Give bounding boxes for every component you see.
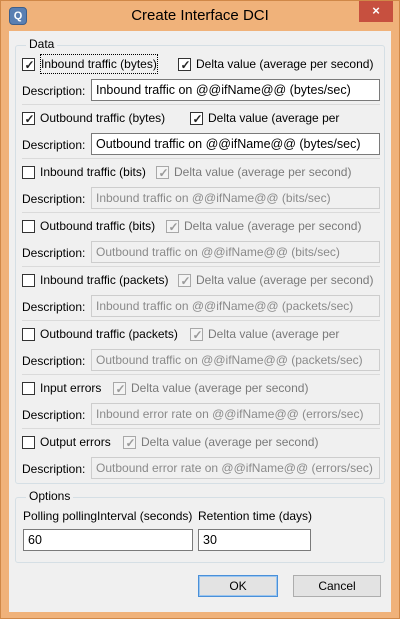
- dialog-client-area: Data ✓ Inbound traffic (bytes) ✓ Delta valu…: [9, 31, 391, 612]
- data-group-legend: Data: [26, 37, 58, 51]
- check-icon: ✓: [192, 328, 203, 342]
- delta-checkbox-label[interactable]: Delta value (average per second): [131, 378, 308, 398]
- delta-checkbox[interactable]: ✓: [156, 166, 169, 180]
- metric-checkbox[interactable]: [22, 220, 35, 233]
- description-label: Description:: [22, 246, 86, 260]
- options-group: Options Polling pollingInterval (seconds…: [15, 489, 385, 563]
- metric-checkbox-label[interactable]: Outbound traffic (bits): [40, 216, 155, 236]
- data-group: Data ✓ Inbound traffic (bytes) ✓ Delta valu…: [15, 37, 385, 484]
- metric-checkbox-label[interactable]: Outbound traffic (bytes): [40, 108, 165, 128]
- metric-checkbox[interactable]: ✓: [22, 112, 35, 126]
- polling-interval-label: Polling pollingInterval (seconds): [23, 509, 193, 523]
- entry-separator: [22, 266, 380, 267]
- description-label: Description:: [22, 462, 86, 476]
- metric-checkbox[interactable]: [22, 166, 35, 179]
- dialog-window: Q Create Interface DCI × Data ✓ Inbound t…: [0, 0, 400, 619]
- description-input: Inbound error rate on @@ifName@@ (errors…: [91, 403, 380, 425]
- delta-checkbox[interactable]: ✓: [178, 274, 191, 288]
- retention-time-input[interactable]: 30: [198, 529, 311, 551]
- entry-separator: [22, 212, 380, 213]
- delta-checkbox-label[interactable]: Delta value (average per second): [184, 216, 361, 236]
- close-icon: ×: [372, 3, 380, 18]
- description-label: Description:: [22, 354, 86, 368]
- description-input[interactable]: Outbound traffic on @@ifName@@ (bytes/se…: [91, 133, 380, 155]
- description-input[interactable]: Inbound traffic on @@ifName@@ (bytes/sec…: [91, 79, 380, 101]
- description-label: Description:: [22, 408, 86, 422]
- metric-checkbox[interactable]: [22, 274, 35, 287]
- polling-interval-input[interactable]: 60: [23, 529, 193, 551]
- description-input: Outbound traffic on @@ifName@@ (packets/…: [91, 349, 380, 371]
- options-group-legend: Options: [26, 489, 74, 503]
- metric-checkbox[interactable]: ✓: [22, 58, 35, 72]
- check-icon: ✓: [24, 112, 35, 126]
- delta-checkbox[interactable]: ✓: [190, 112, 203, 126]
- title-bar[interactable]: Q Create Interface DCI ×: [1, 1, 399, 31]
- delta-checkbox[interactable]: ✓: [178, 58, 191, 72]
- entry-separator: [22, 374, 380, 375]
- metric-checkbox-label[interactable]: Output errors: [40, 432, 111, 452]
- metric-checkbox[interactable]: [22, 328, 35, 341]
- metric-checkbox-label[interactable]: Outbound traffic (packets): [40, 324, 178, 344]
- check-icon: ✓: [180, 274, 191, 288]
- description-input: Inbound traffic on @@ifName@@ (packets/s…: [91, 295, 380, 317]
- delta-checkbox-label[interactable]: Delta value (average per second): [196, 54, 373, 74]
- check-icon: ✓: [125, 436, 136, 450]
- check-icon: ✓: [158, 166, 169, 180]
- retention-time-label: Retention time (days): [198, 509, 313, 523]
- entry-separator: [22, 320, 380, 321]
- metric-checkbox-label[interactable]: Inbound traffic (packets): [40, 270, 169, 290]
- check-icon: ✓: [168, 220, 179, 234]
- check-icon: ✓: [180, 58, 191, 72]
- entry-separator: [22, 104, 380, 105]
- metric-checkbox-label[interactable]: Input errors: [40, 378, 101, 398]
- metric-checkbox-label[interactable]: Inbound traffic (bytes): [40, 54, 158, 74]
- cancel-button[interactable]: Cancel: [293, 575, 381, 597]
- entry-separator: [22, 158, 380, 159]
- description-input: Outbound error rate on @@ifName@@ (error…: [91, 457, 380, 479]
- description-label: Description:: [22, 192, 86, 206]
- delta-checkbox-label[interactable]: Delta value (average per second): [196, 270, 373, 290]
- delta-checkbox-label[interactable]: Delta value (average per second): [174, 162, 351, 182]
- description-input: Outbound traffic on @@ifName@@ (bits/sec…: [91, 241, 380, 263]
- description-label: Description:: [22, 84, 86, 98]
- description-input: Inbound traffic on @@ifName@@ (bits/sec): [91, 187, 380, 209]
- metric-checkbox[interactable]: [22, 436, 35, 449]
- delta-checkbox[interactable]: ✓: [166, 220, 179, 234]
- close-button[interactable]: ×: [359, 1, 393, 22]
- description-label: Description:: [22, 138, 86, 152]
- metric-checkbox-label[interactable]: Inbound traffic (bits): [40, 162, 146, 182]
- entry-separator: [22, 428, 380, 429]
- delta-checkbox[interactable]: ✓: [113, 382, 126, 396]
- check-icon: ✓: [24, 58, 35, 72]
- check-icon: ✓: [115, 382, 126, 396]
- description-label: Description:: [22, 300, 86, 314]
- check-icon: ✓: [192, 112, 203, 126]
- delta-checkbox-label[interactable]: Delta value (average per second): [141, 432, 318, 452]
- ok-button[interactable]: OK: [198, 575, 278, 597]
- window-title: Create Interface DCI: [131, 7, 269, 24]
- delta-checkbox[interactable]: ✓: [123, 436, 136, 450]
- delta-checkbox[interactable]: ✓: [190, 328, 203, 342]
- metric-checkbox[interactable]: [22, 382, 35, 395]
